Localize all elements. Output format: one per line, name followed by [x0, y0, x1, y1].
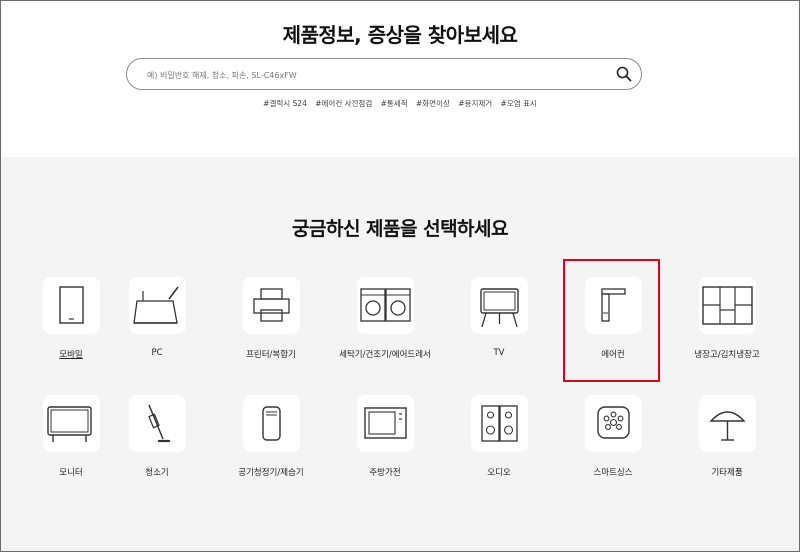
category-label: 기타제품	[711, 468, 743, 478]
category-label: 오디오	[487, 468, 511, 478]
category-refrigerator[interactable]: 냉장고/김치냉장고	[677, 277, 777, 377]
category-label: 공기청정기/제습기	[238, 468, 304, 478]
category-label: 에어컨	[601, 350, 625, 360]
search-bar	[126, 58, 642, 90]
tag-link[interactable]: #에어컨 사전점검	[315, 98, 372, 109]
category-air-purifier[interactable]: 공기청정기/제습기	[221, 395, 321, 495]
washer-icon	[357, 277, 414, 334]
air-purifier-icon	[243, 395, 300, 452]
mobile-icon	[43, 277, 100, 334]
page-title: 제품정보, 증상을 찾아보세요	[282, 23, 518, 47]
category-mobile[interactable]: 모바일	[21, 277, 121, 377]
category-kitchen[interactable]: 주방가전	[335, 395, 435, 495]
tv-icon	[471, 277, 528, 334]
category-label: TV	[493, 348, 505, 358]
category-label: 세탁기/건조기/에어드레서	[339, 350, 431, 360]
lamp-icon	[699, 395, 756, 452]
microwave-icon	[357, 395, 414, 452]
speaker-icon	[471, 395, 528, 452]
category-pc[interactable]: PC	[107, 277, 207, 377]
tag-link[interactable]: #화면이상	[416, 98, 450, 109]
category-monitor[interactable]: 모니터	[21, 395, 121, 495]
smartthings-icon	[585, 395, 642, 452]
category-label: 청소기	[145, 468, 169, 478]
tag-link[interactable]: #용지제거	[458, 98, 492, 109]
category-label: 프린터/복합기	[246, 350, 296, 360]
category-washer[interactable]: 세탁기/건조기/에어드레서	[335, 277, 435, 377]
category-smartthings[interactable]: 스마트싱스	[563, 395, 663, 495]
tag-link[interactable]: #통세척	[381, 98, 408, 109]
laptop-icon	[129, 277, 186, 334]
vacuum-icon	[129, 395, 186, 452]
search-section: 제품정보, 증상을 찾아보세요 #갤럭시 S24 #에어컨 사전점검 #통세척 …	[1, 1, 799, 157]
category-label: 주방가전	[369, 468, 401, 478]
category-vacuum[interactable]: 청소기	[107, 395, 207, 495]
monitor-icon	[43, 395, 100, 452]
category-label: 모바일	[59, 350, 83, 360]
category-label: 스마트싱스	[593, 468, 633, 478]
section-title: 궁금하신 제품을 선택하세요	[292, 218, 509, 240]
category-label: PC	[151, 348, 163, 358]
category-air-conditioner[interactable]: 에어컨	[563, 277, 663, 377]
search-input[interactable]	[145, 65, 609, 85]
refrigerator-icon	[699, 277, 756, 334]
air-conditioner-icon	[585, 277, 642, 334]
tag-link[interactable]: #갤럭시 S24	[263, 98, 307, 109]
category-label: 모니터	[59, 468, 83, 478]
tag-link[interactable]: #오염 표시	[501, 98, 537, 109]
popular-tags: #갤럭시 S24 #에어컨 사전점검 #통세척 #화면이상 #용지제거 #오염 …	[1, 98, 799, 109]
magnifier-icon[interactable]	[615, 65, 633, 83]
category-label: 냉장고/김치냉장고	[694, 350, 760, 360]
category-printer[interactable]: 프린터/복합기	[221, 277, 321, 377]
printer-icon	[243, 277, 300, 334]
category-audio[interactable]: 오디오	[449, 395, 549, 495]
category-etc[interactable]: 기타제품	[677, 395, 777, 495]
category-tv[interactable]: TV	[449, 277, 549, 377]
